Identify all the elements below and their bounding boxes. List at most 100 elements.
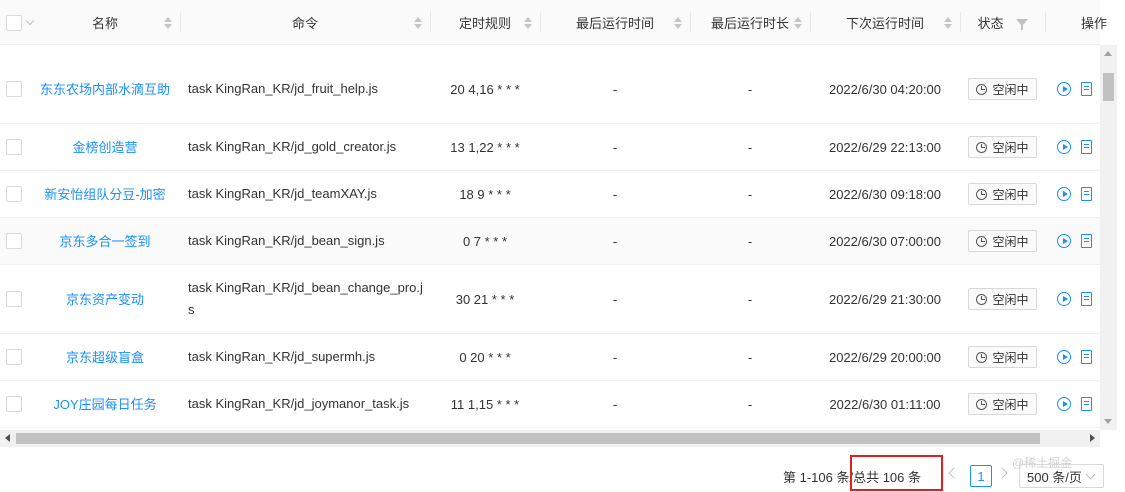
clock-icon [976,351,988,363]
column-header-label: 下次运行时间 [845,16,924,31]
chevron-down-icon [1085,469,1096,480]
task-schedule: 11 1,15 * * * [450,396,520,412]
log-icon[interactable] [1081,187,1092,201]
task-last-run: - [612,291,618,307]
column-header-label: 状态 [977,16,1004,31]
status-badge: 空闲中 [968,230,1037,252]
scrollbar-thumb[interactable] [1103,73,1114,101]
scroll-right-icon[interactable] [1090,434,1095,442]
log-icon[interactable] [1081,397,1092,411]
task-schedule: 18 9 * * * [459,186,511,202]
status-label: 空闲中 [992,82,1029,97]
task-next-run: 2022/6/29 21:30:00 [828,291,942,307]
horizontal-scrollbar[interactable] [0,430,1100,447]
column-header-last-run-duration[interactable]: 最后运行时长 [690,0,810,45]
status-badge: 空闲中 [968,78,1037,100]
status-badge: 空闲中 [968,393,1037,415]
vertical-scrollbar[interactable] [1100,45,1117,430]
checkbox[interactable] [6,14,22,31]
task-command: task KingRan_KR/jd_bean_change_pro.js [188,280,423,317]
sort-icon[interactable] [794,16,802,29]
task-schedule: 0 20 * * * [459,349,511,365]
status-badge: 空闲中 [968,288,1037,310]
sort-icon[interactable] [524,16,532,29]
task-duration: - [747,81,753,97]
chevron-left-icon[interactable] [948,467,960,479]
log-icon[interactable] [1081,140,1092,154]
chevron-right-icon[interactable] [996,467,1008,479]
log-icon[interactable] [1081,292,1092,306]
task-next-run: 2022/6/29 20:00:00 [828,349,942,365]
clock-icon [976,141,988,153]
table-row[interactable]: JOY庄园每日任务 task KingRan_KR/jd_joymanor_ta… [0,381,1100,428]
task-name-link[interactable]: 京东超级盲盒 [30,334,180,380]
run-icon[interactable] [1057,350,1071,364]
run-icon[interactable] [1057,187,1071,201]
row-checkbox[interactable] [6,81,22,97]
page-size-select[interactable]: 500 条/页 [1019,464,1104,488]
scroll-left-icon[interactable] [5,434,10,442]
task-command: task KingRan_KR/jd_supermh.js [188,349,376,364]
run-icon[interactable] [1057,140,1071,154]
table-row[interactable]: 京东超级盲盒 task KingRan_KR/jd_supermh.js 0 2… [0,334,1100,381]
task-last-run: - [612,233,618,249]
status-label: 空闲中 [992,187,1029,202]
status-label: 空闲中 [992,292,1029,307]
run-icon[interactable] [1057,292,1071,306]
row-checkbox[interactable] [6,233,22,249]
log-icon[interactable] [1081,82,1092,96]
column-header-label: 名称 [91,16,118,31]
task-last-run: - [612,349,618,365]
task-name-link[interactable]: 新安怡组队分豆-加密 [30,171,180,217]
status-badge: 空闲中 [968,183,1037,205]
scroll-up-icon[interactable] [1104,51,1112,56]
task-command: task KingRan_KR/jd_joymanor_task.js [188,396,410,411]
row-checkbox[interactable] [6,186,22,202]
table-row[interactable]: 东东农场内部水滴互助 task KingRan_KR/jd_fruit_help… [0,55,1100,124]
scrollbar-thumb[interactable] [16,433,1040,444]
task-name-link[interactable]: JOY庄园每日任务 [30,381,180,427]
task-name-link[interactable]: 京东多合一签到 [30,218,180,264]
filter-icon[interactable] [1015,19,1028,30]
column-header-label: 操作 [1081,16,1108,31]
column-header-next-run-time[interactable]: 下次运行时间 [810,0,960,45]
run-icon[interactable] [1057,397,1071,411]
task-next-run: 2022/6/30 07:00:00 [828,233,942,249]
page-button-current[interactable]: 1 [970,465,992,487]
task-name-link[interactable]: 金榜创造营 [30,124,180,170]
sort-icon[interactable] [674,16,682,29]
table-row[interactable]: 京东多合一签到 task KingRan_KR/jd_bean_sign.js … [0,218,1100,265]
column-header-schedule[interactable]: 定时规则 [430,0,540,45]
log-icon[interactable] [1081,350,1092,364]
table-row[interactable]: 金榜创造营 task KingRan_KR/jd_gold_creator.js… [0,124,1100,171]
column-header-last-run-time[interactable]: 最后运行时间 [540,0,690,45]
status-label: 空闲中 [992,140,1029,155]
row-checkbox[interactable] [6,349,22,365]
row-checkbox[interactable] [6,291,22,307]
column-header-label: 定时规则 [458,16,511,31]
scroll-down-icon[interactable] [1104,419,1112,424]
column-header-status[interactable]: 状态 [960,0,1045,45]
row-checkbox[interactable] [6,139,22,155]
sort-icon[interactable] [164,16,172,29]
task-schedule: 0 7 * * * [462,233,508,249]
log-icon[interactable] [1081,234,1092,248]
task-next-run: 2022/6/30 04:20:00 [828,81,942,97]
task-last-run: - [612,81,618,97]
column-header-name[interactable]: 名称 [30,0,180,45]
row-checkbox[interactable] [6,396,22,412]
status-badge: 空闲中 [968,136,1037,158]
task-command: task KingRan_KR/jd_teamXAY.js [188,186,377,201]
task-name-link[interactable]: 京东资产变动 [30,265,180,333]
task-name-link[interactable]: 东东农场内部水滴互助 [30,55,180,123]
run-icon[interactable] [1057,234,1071,248]
table-row[interactable]: 京东资产变动 task KingRan_KR/jd_bean_change_pr… [0,265,1100,334]
column-header-command[interactable]: 命令 [180,0,430,45]
task-duration: - [747,349,753,365]
table-row[interactable]: 新安怡组队分豆-加密 task KingRan_KR/jd_teamXAY.js… [0,171,1100,218]
sort-icon[interactable] [944,16,952,29]
clock-icon [976,83,988,95]
run-icon[interactable] [1057,82,1071,96]
highlight-box [850,455,943,491]
sort-icon[interactable] [414,16,422,29]
